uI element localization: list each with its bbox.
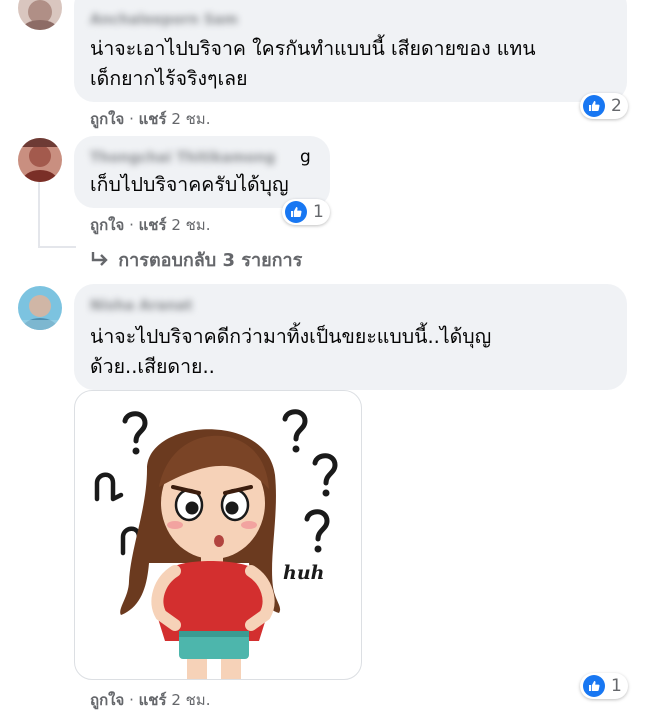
sticker-image[interactable]: huh xyxy=(74,390,362,680)
comment-text-line: น่าจะเอาไปบริจาค ใครกันทำแบบนี้ เสียดายข… xyxy=(90,37,536,60)
reaction-badge[interactable]: 2 xyxy=(580,93,628,119)
thread-line-branch xyxy=(38,246,76,248)
reaction-badge[interactable]: 1 xyxy=(282,199,330,225)
comment-timestamp[interactable]: 2 ชม. xyxy=(171,691,210,709)
comment-actions: ถูกใจ · แชร์ 2 ชม. xyxy=(90,107,210,131)
like-thumb-icon xyxy=(583,675,605,697)
commenter-avatar[interactable] xyxy=(18,0,62,30)
like-link[interactable]: ถูกใจ xyxy=(90,691,124,709)
reaction-count: 1 xyxy=(611,676,622,696)
comment-text-line: เก็บไปบริจาคครับได้บุญ xyxy=(90,173,289,196)
thread-line xyxy=(38,178,40,248)
reply-arrow-icon xyxy=(90,251,112,272)
like-thumb-icon xyxy=(285,201,307,223)
commenter-avatar[interactable] xyxy=(18,138,62,182)
action-separator: · xyxy=(129,216,134,234)
comment-timestamp[interactable]: 2 ชม. xyxy=(171,110,210,128)
share-link[interactable]: แชร์ xyxy=(139,691,167,709)
like-link[interactable]: ถูกใจ xyxy=(90,216,124,234)
reaction-count: 2 xyxy=(611,96,622,116)
comment-author-tail: g xyxy=(300,147,311,167)
sticker-caption: huh xyxy=(283,562,324,584)
comment-text-line: เด็กยากไร้จริงๆเลย xyxy=(90,67,248,90)
comment-author[interactable]: Nisha Aranat xyxy=(90,298,192,314)
comment-author[interactable]: Anchaleeporn Sam xyxy=(90,12,238,28)
share-link[interactable]: แชร์ xyxy=(139,110,167,128)
comment-author[interactable]: Thongchai Thitikamong xyxy=(90,150,275,166)
comment-timestamp[interactable]: 2 ชม. xyxy=(171,216,210,234)
confused-girl-sticker: huh xyxy=(94,409,338,679)
replies-count-label[interactable]: การตอบกลับ 3 รายการ xyxy=(118,250,302,271)
action-separator: · xyxy=(129,110,134,128)
comment-actions: ถูกใจ · แชร์ 2 ชม. xyxy=(90,688,210,712)
reaction-count: 1 xyxy=(313,202,324,222)
comment-text-line: น่าจะไปบริจาคดีกว่ามาทิ้งเป็นขยะแบบนี้..… xyxy=(90,325,492,348)
comment-actions: ถูกใจ · แชร์ 2 ชม. xyxy=(90,213,210,237)
commenter-avatar[interactable] xyxy=(18,286,62,330)
action-separator: · xyxy=(129,691,134,709)
comment-text-line: ด้วย..เสียดาย.. xyxy=(90,355,215,378)
view-replies-link[interactable]: การตอบกลับ 3 รายการ xyxy=(90,245,302,274)
reaction-badge[interactable]: 1 xyxy=(580,673,628,699)
like-link[interactable]: ถูกใจ xyxy=(90,110,124,128)
share-link[interactable]: แชร์ xyxy=(139,216,167,234)
like-thumb-icon xyxy=(583,95,605,117)
